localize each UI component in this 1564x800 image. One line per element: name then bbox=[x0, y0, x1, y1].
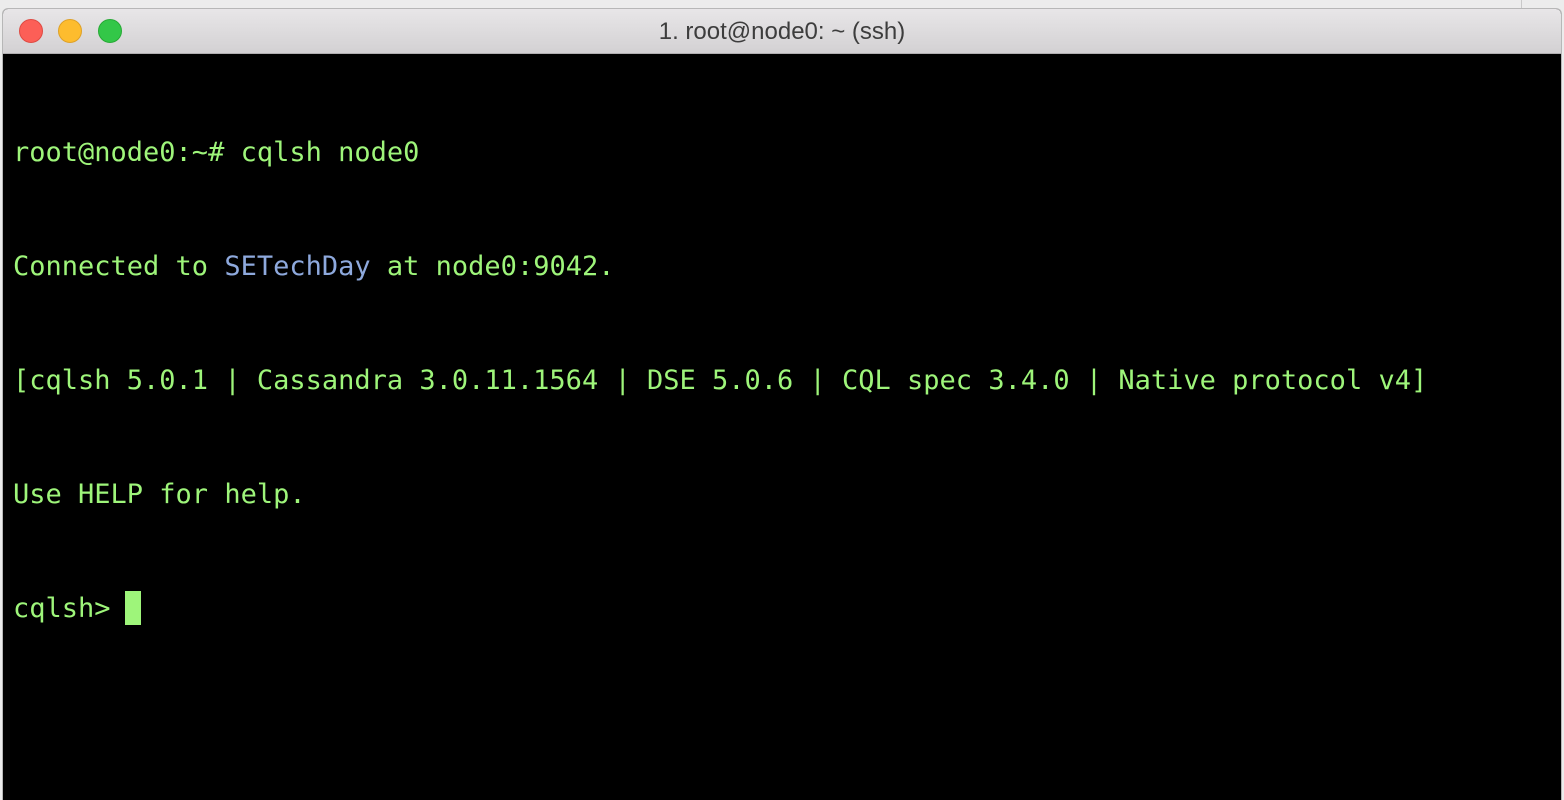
terminal-line-connected: Connected to SETechDay at node0:9042. bbox=[13, 248, 1551, 286]
connected-prefix: Connected to bbox=[13, 251, 225, 282]
window-title: 1. root@node0: ~ (ssh) bbox=[658, 18, 906, 45]
terminal-line-command: root@node0:~# cqlsh node0 bbox=[13, 137, 420, 168]
connected-suffix: at node0:9042. bbox=[370, 251, 615, 282]
cqlsh-prompt: cqlsh> bbox=[13, 593, 111, 624]
terminal-line-versions: [cqlsh 5.0.1 | Cassandra 3.0.11.1564 | D… bbox=[13, 365, 1428, 396]
terminal-window: 1. root@node0: ~ (ssh) root@node0:~# cql… bbox=[2, 8, 1562, 800]
cluster-name: SETechDay bbox=[224, 251, 371, 282]
window-edge-divider bbox=[1521, 0, 1522, 8]
terminal-line-prompt: cqlsh> bbox=[13, 590, 1551, 628]
title-bar[interactable]: 1. root@node0: ~ (ssh) bbox=[3, 9, 1561, 54]
terminal-output[interactable]: root@node0:~# cqlsh node0 Connected to S… bbox=[3, 54, 1561, 704]
terminal-line-help: Use HELP for help. bbox=[13, 479, 306, 510]
text-cursor[interactable] bbox=[124, 591, 141, 625]
